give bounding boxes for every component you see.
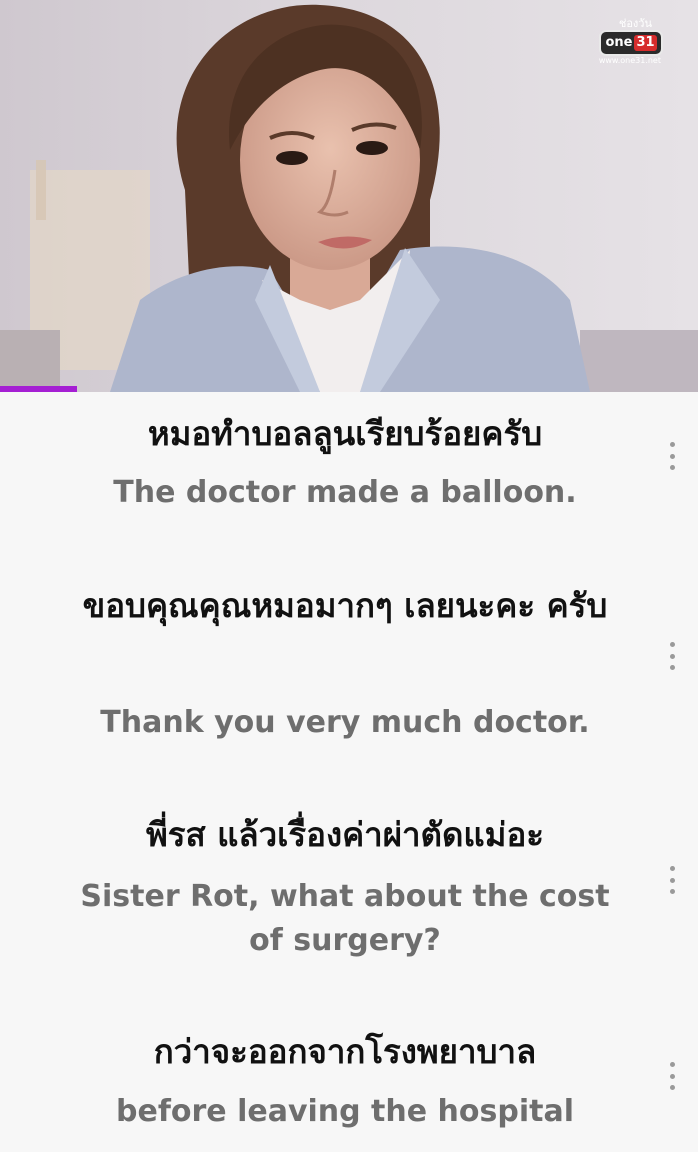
subtitle-thai: กว่าจะออกจากโรงพยาบาล xyxy=(153,1032,537,1071)
subtitle-english: before leaving the hospital xyxy=(116,1094,574,1129)
video-frame xyxy=(0,0,698,392)
subtitle-thai: หมอทำบอลลูนเรียบร้อยครับ xyxy=(147,414,543,453)
more-vert-icon[interactable] xyxy=(664,1062,680,1090)
subtitle-item[interactable]: ขอบคุณคุณหมอมากๆ เลยนะคะ ครับ Thank you … xyxy=(0,570,698,796)
more-vert-icon[interactable] xyxy=(664,442,680,470)
channel-logo-text: one xyxy=(605,35,633,50)
subtitle-item[interactable]: กว่าจะออกจากโรงพยาบาล before leaving the… xyxy=(0,1010,698,1152)
subtitle-item[interactable]: หมอทำบอลลูนเรียบร้อยครับ The doctor made… xyxy=(0,392,698,570)
subtitle-english: Sister Rot, what about the cost of surge… xyxy=(80,879,610,958)
subtitle-item[interactable]: พี่รส แล้วเรื่องค่าผ่าตัดแม่อะ Sister Ro… xyxy=(0,796,698,1010)
channel-logo: one 31 xyxy=(599,30,663,56)
subtitle-english: Thank you very much doctor. xyxy=(100,705,590,740)
subtitle-thai: ขอบคุณคุณหมอมากๆ เลยนะคะ ครับ xyxy=(82,586,608,625)
subtitle-thai: พี่รส แล้วเรื่องค่าผ่าตัดแม่อะ xyxy=(146,815,544,854)
subtitle-english: The doctor made a balloon. xyxy=(113,475,577,510)
more-vert-icon[interactable] xyxy=(664,866,680,894)
video-player[interactable]: ช่องวัน one 31 www.one31.net xyxy=(0,0,698,392)
more-vert-icon[interactable] xyxy=(664,642,680,670)
channel-logo-number: 31 xyxy=(634,35,657,51)
subtitle-list: หมอทำบอลลูนเรียบร้อยครับ The doctor made… xyxy=(0,392,698,1152)
channel-url: www.one31.net xyxy=(598,56,661,65)
